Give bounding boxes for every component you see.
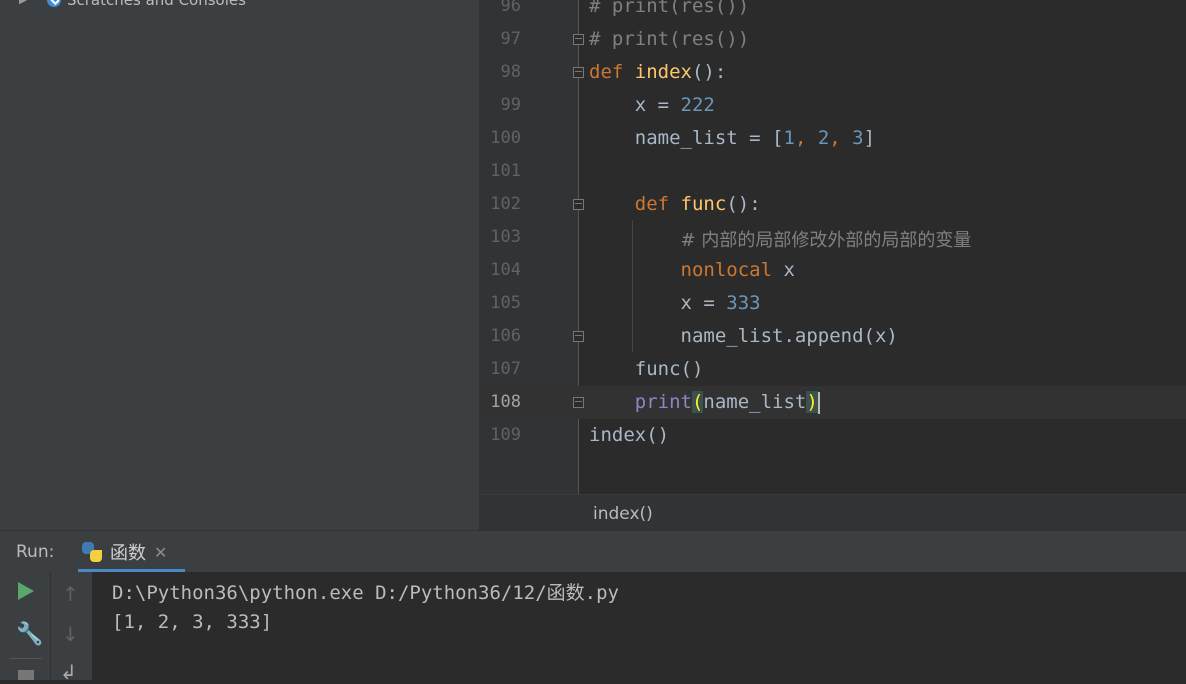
code-text: nonlocal x xyxy=(680,259,795,281)
line-number: 106 xyxy=(490,326,521,346)
tree-item-scratches[interactable]: ▶ Scratches and Consoles xyxy=(19,0,246,10)
line-number: 107 xyxy=(490,359,521,379)
fold-icon[interactable] xyxy=(573,397,584,408)
run-label: Run: xyxy=(16,542,55,562)
toolbar-divider xyxy=(50,572,51,680)
line-number: 97 xyxy=(500,29,521,49)
code-text: x = 222 xyxy=(634,94,715,116)
arrow-up-icon[interactable]: ↑ xyxy=(62,582,79,606)
code-line[interactable]: 101 xyxy=(479,155,1186,188)
code-line[interactable]: 97 # print(res()) xyxy=(479,23,1186,56)
breadcrumb-item[interactable]: index() xyxy=(593,504,653,524)
code-line[interactable]: 106 name_list.append(x) xyxy=(479,320,1186,353)
chevron-right-icon[interactable]: ▶ xyxy=(19,0,29,6)
rerun-play-icon[interactable] xyxy=(18,582,34,600)
code-line[interactable]: 98 def index(): xyxy=(479,56,1186,89)
line-number: 102 xyxy=(490,194,521,214)
code-text: name_list.append(x) xyxy=(680,325,898,347)
code-text: x = 333 xyxy=(680,292,761,314)
run-tab[interactable]: 函数 ✕ xyxy=(78,531,185,573)
fold-icon[interactable] xyxy=(573,67,584,78)
line-number: 105 xyxy=(490,293,521,313)
text-caret xyxy=(817,391,820,414)
console-line: D:\Python36\python.exe D:/Python36/12/函数… xyxy=(112,582,619,604)
line-number: 101 xyxy=(490,161,521,181)
wrench-icon[interactable]: 🔧 xyxy=(16,622,43,647)
code-line[interactable]: 100 name_list = [1, 2, 3] xyxy=(479,122,1186,155)
code-text: name_list = [1, 2, 3] xyxy=(634,127,876,149)
code-editor[interactable]: 96 # print(res()) 97 # print(res()) 98 d… xyxy=(479,0,1186,494)
code-line[interactable]: 99 x = 222 xyxy=(479,89,1186,122)
code-text: print(name_list) xyxy=(634,391,820,414)
code-text: # 内部的局部修改外部的局部的变量 xyxy=(680,230,972,251)
line-number: 100 xyxy=(490,128,521,148)
line-number: 108 xyxy=(490,392,521,412)
fold-icon[interactable] xyxy=(573,199,584,210)
code-line[interactable]: 103 # 内部的局部修改外部的局部的变量 xyxy=(479,221,1186,254)
line-number: 96 xyxy=(500,0,521,16)
run-toolbar: 🔧 ↑ ↓ ↲ xyxy=(0,572,92,684)
code-line[interactable]: 96 # print(res()) xyxy=(479,0,1186,23)
fold-icon[interactable] xyxy=(573,34,584,45)
breadcrumb[interactable]: index() xyxy=(479,494,1186,531)
close-icon[interactable]: ✕ xyxy=(154,543,167,562)
arrow-down-icon[interactable]: ↓ xyxy=(62,622,79,646)
scratches-icon xyxy=(47,0,61,7)
soft-wrap-icon[interactable]: ↲ xyxy=(60,660,77,684)
project-panel: ▶ Scratches and Consoles xyxy=(7,0,479,530)
toolbar-separator xyxy=(10,658,42,659)
stop-icon[interactable] xyxy=(18,670,34,680)
run-panel-header: Run: 函数 ✕ xyxy=(0,530,1186,573)
code-text: def index(): xyxy=(589,61,727,83)
code-text: # print(res()) xyxy=(589,28,750,50)
code-line[interactable]: 107 func() xyxy=(479,353,1186,386)
line-number: 104 xyxy=(490,260,521,280)
python-icon xyxy=(82,542,102,562)
line-number: 103 xyxy=(490,227,521,247)
code-line[interactable]: 109 index() xyxy=(479,419,1186,452)
code-text: # print(res()) xyxy=(589,0,750,17)
code-line[interactable]: 102 def func(): xyxy=(479,188,1186,221)
line-number: 109 xyxy=(490,425,521,445)
code-line-current[interactable]: 108 print(name_list) xyxy=(479,386,1186,419)
console-line: [1, 2, 3, 333] xyxy=(112,611,273,633)
line-number: 98 xyxy=(500,62,521,82)
code-text: func() xyxy=(634,358,704,380)
code-line[interactable]: 105 x = 333 xyxy=(479,287,1186,320)
tree-item-label: Scratches and Consoles xyxy=(67,0,246,9)
run-tab-label: 函数 xyxy=(110,543,146,564)
code-text: def func(): xyxy=(634,193,761,215)
code-line[interactable]: 104 nonlocal x xyxy=(479,254,1186,287)
line-number: 99 xyxy=(500,95,521,115)
fold-icon[interactable] xyxy=(573,331,584,342)
console-output[interactable]: D:\Python36\python.exe D:/Python36/12/函数… xyxy=(92,572,1186,680)
code-text: index() xyxy=(589,424,670,446)
